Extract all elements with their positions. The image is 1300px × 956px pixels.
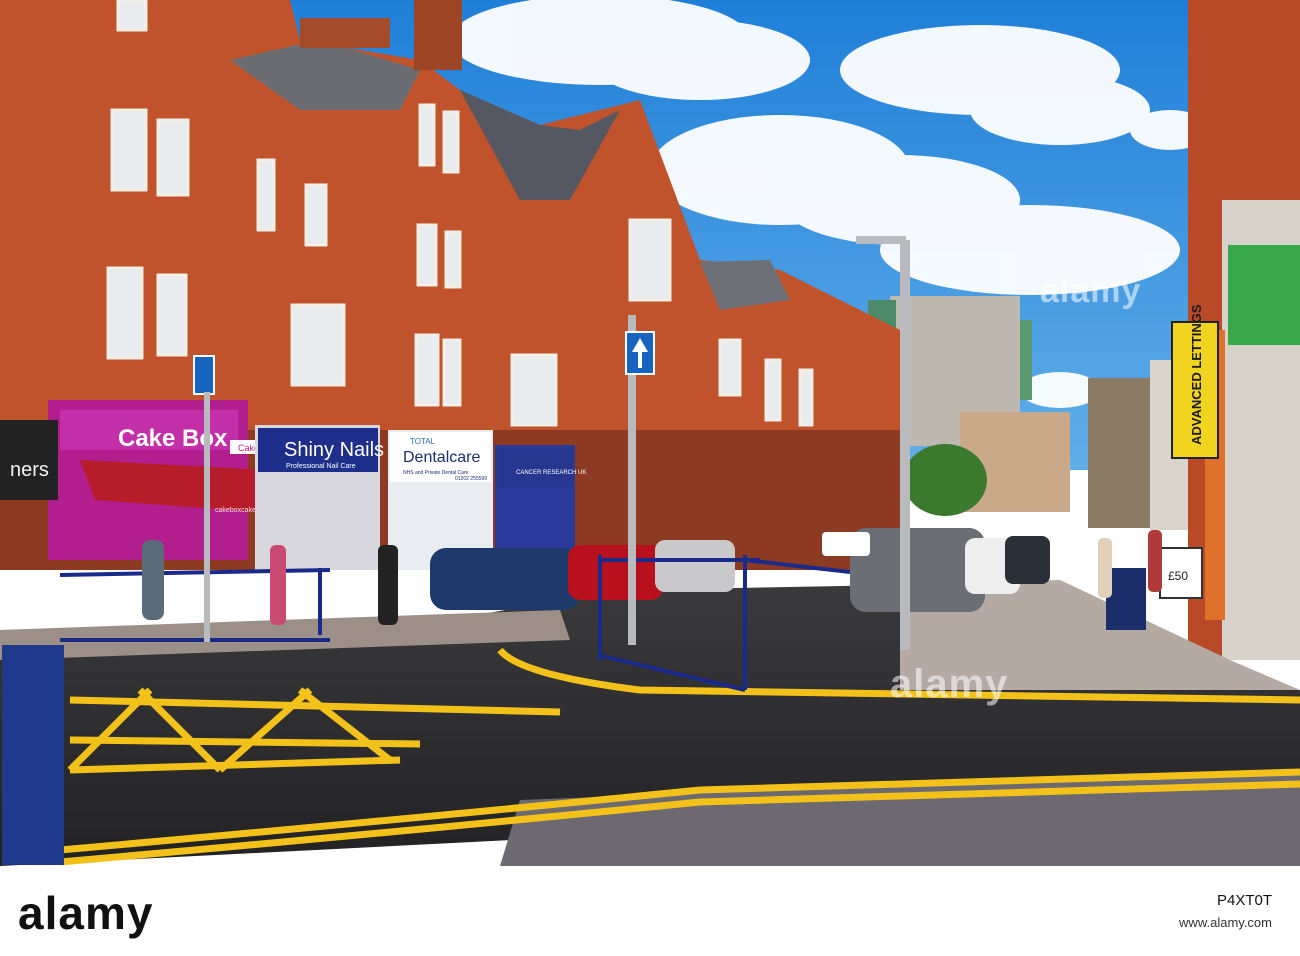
footer-meta: P4XT0T www.alamy.com — [1179, 890, 1272, 934]
bollard — [2, 645, 64, 865]
cake-box-sign: Cake Box — [118, 425, 228, 452]
alamy-logo: alamy — [18, 887, 154, 939]
watermark-mid: alamy — [890, 662, 1009, 706]
svg-text:ADVANCED LETTINGS: ADVANCED LETTINGS — [1189, 304, 1204, 445]
watermark-top: alamy — [1040, 272, 1142, 310]
svg-text:Professional Nail Care: Professional Nail Care — [286, 463, 356, 470]
svg-text:TOTAL: TOTAL — [410, 437, 436, 446]
image-id: P4XT0T — [1216, 892, 1272, 909]
svg-text:ners: ners — [10, 459, 49, 481]
one-way-sign-left — [193, 355, 215, 395]
trees — [903, 444, 987, 516]
street-scene: Cake Box Cake Box cakeboxcake.co.uk Shin… — [0, 0, 1300, 866]
svg-text:£50: £50 — [1168, 569, 1188, 583]
stock-footer: alamy P4XT0T www.alamy.com — [0, 866, 1300, 956]
cancer-research-sign: CANCER RESEARCH UK — [516, 470, 586, 476]
dentalcare-sign: Dentalcare — [403, 449, 480, 466]
shiny-nails-sign: Shiny Nails — [284, 439, 384, 461]
site-url: www.alamy.com — [1179, 915, 1272, 930]
svg-text:01202 255599: 01202 255599 — [455, 476, 487, 482]
